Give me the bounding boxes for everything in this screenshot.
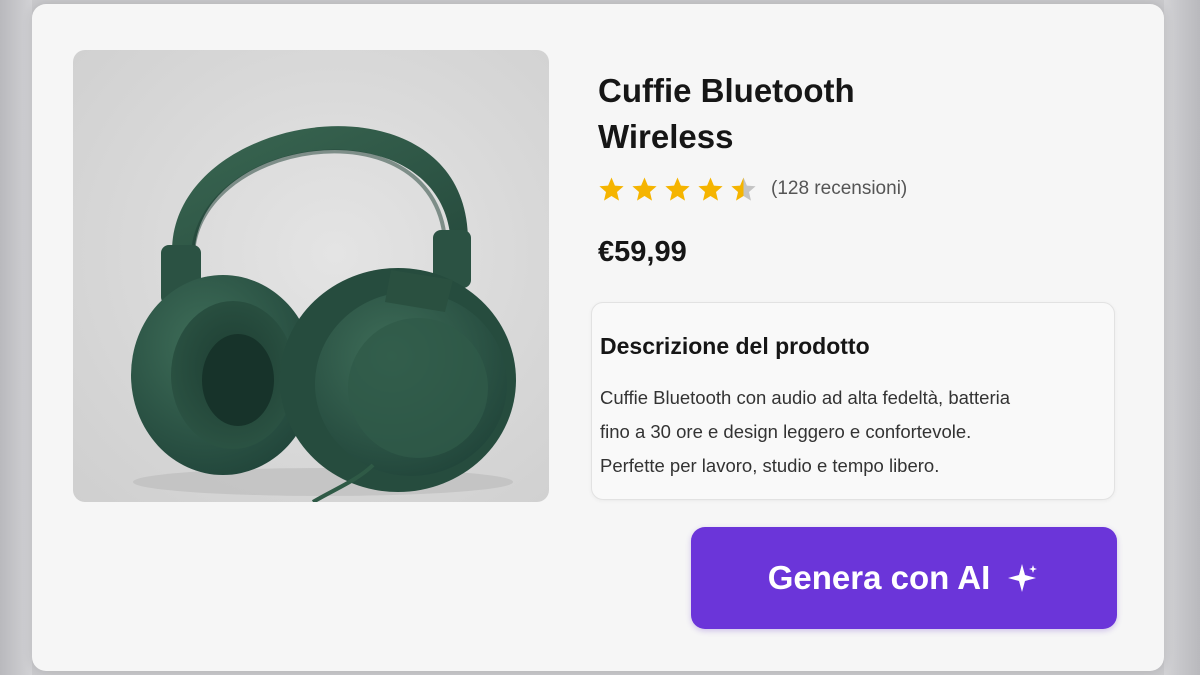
product-price: €59,99: [598, 236, 687, 268]
star-icon: [599, 177, 624, 201]
generate-ai-label: Genera con AI: [767, 559, 991, 596]
star-icon: [665, 177, 690, 201]
description-line1: Cuffie Bluetooth con audio ad alta fedel…: [600, 387, 1011, 408]
product-title-line2: Wireless: [598, 118, 734, 155]
sparkle-icon: [1008, 564, 1038, 592]
description-title: Descrizione del prodotto: [600, 333, 870, 359]
headphones-image: [131, 126, 516, 502]
product-title: Cuffie Bluetooth Wireless: [598, 68, 918, 160]
description-line3: Perfette per lavoro, studio e tempo libe…: [600, 455, 940, 476]
star-icon: [698, 177, 723, 201]
star-icon: [632, 177, 657, 201]
generate-ai-button[interactable]: Genera con AI: [691, 527, 1117, 629]
product-card: Cuffie Bluetooth Wireless (128 recension…: [32, 4, 1164, 671]
rating-stars: [598, 176, 757, 203]
background-right: [1164, 0, 1200, 675]
description-box: Descrizione del prodotto Cuffie Bluetoot…: [591, 302, 1115, 500]
product-image: [73, 50, 549, 502]
star-icon: [731, 177, 756, 201]
description-line2: fino a 30 ore e design leggero e confort…: [600, 421, 972, 442]
reviews-count: (128 recensioni): [771, 178, 908, 199]
description-text: Cuffie Bluetooth con audio ad alta fedel…: [600, 381, 1110, 483]
product-title-line1: Cuffie Bluetooth: [598, 72, 855, 109]
product-rating: (128 recensioni): [598, 174, 907, 204]
background-left: [0, 0, 32, 675]
